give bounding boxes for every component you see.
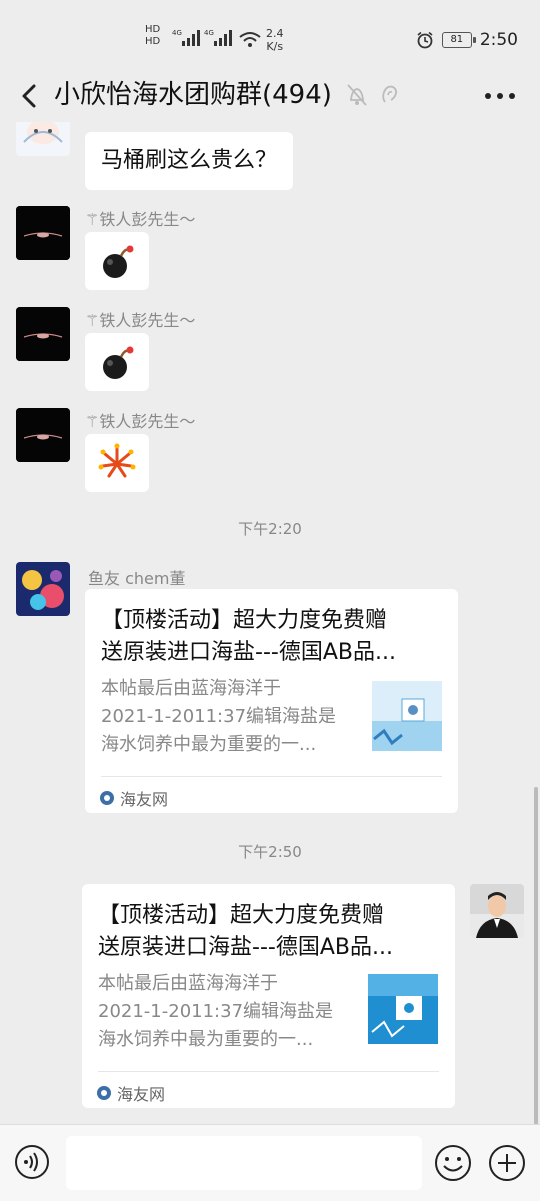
- message-input[interactable]: [66, 1136, 422, 1190]
- link-card[interactable]: 【顶楼活动】超大力度免费赠 送原装进口海盐---德国AB品... 本帖最后由蓝海…: [82, 884, 455, 1108]
- haiyou-logo-icon: [97, 1086, 111, 1100]
- card-description: 本帖最后由蓝海海洋于 2021-1-2011:37编辑海盐是 海水饲养中最为重要…: [101, 678, 337, 755]
- card-title: 【顶楼活动】超大力度免费赠 送原装进口海盐---德国AB品...: [101, 608, 396, 665]
- wifi-icon: [239, 32, 261, 47]
- card-title: 【顶楼活动】超大力度免费赠 送原装进口海盐---德国AB品...: [98, 903, 393, 960]
- card-source: 海友网: [97, 1081, 165, 1105]
- bomb-emoji-icon: [103, 346, 134, 379]
- card-thumbnail: [368, 974, 438, 1044]
- portrait-avatar-icon: [470, 884, 524, 938]
- decor-left-icon: ⚚: [85, 311, 100, 330]
- dark-avatar-icon: [16, 307, 70, 361]
- cell-signal-2-icon: 4G: [204, 29, 232, 46]
- sticker-bubble[interactable]: [85, 434, 149, 492]
- link-card[interactable]: 【顶楼活动】超大力度免费赠 送原装进口海盐---德国AB品... 本帖最后由蓝海…: [85, 589, 458, 813]
- cartoon-avatar-icon: [16, 122, 70, 156]
- network-speed: 2.4 K/s: [266, 27, 284, 53]
- card-source: 海友网: [100, 786, 168, 810]
- bomb-emoji-icon: [103, 245, 134, 278]
- message-text: 马桶刷这么贵么？: [101, 148, 278, 173]
- dark-avatar-icon: [16, 206, 70, 260]
- input-bar: [0, 1124, 540, 1201]
- member-avatar[interactable]: [16, 307, 70, 361]
- decor-right-icon: 〜: [179, 210, 196, 229]
- emoji-icon[interactable]: [434, 1144, 472, 1182]
- hd-top-label: HD: [145, 24, 161, 35]
- card-divider: [98, 1071, 439, 1072]
- svg-text:4G: 4G: [204, 29, 214, 37]
- member-avatar[interactable]: [16, 408, 70, 462]
- alarm-icon: [417, 31, 433, 49]
- sender-name: 鱼友 chem董: [88, 569, 186, 588]
- member-avatar[interactable]: [16, 562, 70, 616]
- sender-name: ⚚铁人彭先生〜: [85, 412, 196, 431]
- colorful-avatar-icon: [16, 562, 70, 616]
- member-avatar[interactable]: [16, 122, 70, 156]
- chat-header: 小欣怡海水团购群(494): [0, 70, 540, 122]
- sender-name: ⚚铁人彭先生〜: [85, 210, 196, 229]
- card-thumbnail: [372, 681, 442, 751]
- mute-bell-icon: [347, 84, 367, 106]
- svg-text:4G: 4G: [172, 29, 182, 37]
- cell-signal-1-icon: 4G: [172, 29, 200, 46]
- chat-status-icons: [346, 82, 400, 108]
- card-divider: [101, 776, 442, 777]
- decor-right-icon: 〜: [179, 412, 196, 431]
- status-right: 81 2:50: [416, 30, 518, 50]
- card-description: 本帖最后由蓝海海洋于 2021-1-2011:37编辑海盐是 海水饲养中最为重要…: [98, 973, 334, 1050]
- time-separator: 下午2:50: [238, 843, 302, 861]
- my-avatar[interactable]: [470, 884, 524, 938]
- back-arrow-icon[interactable]: [12, 78, 46, 114]
- earpiece-mode-icon: [382, 85, 398, 103]
- time-separator: 下午2:20: [238, 520, 302, 538]
- haiyou-logo-icon: [100, 791, 114, 805]
- decor-right-icon: 〜: [179, 311, 196, 330]
- sticker-bubble[interactable]: [85, 232, 149, 290]
- member-avatar[interactable]: [16, 206, 70, 260]
- decor-left-icon: ⚚: [85, 210, 100, 229]
- decor-left-icon: ⚚: [85, 412, 100, 431]
- chat-scrollbar[interactable]: [534, 787, 538, 1127]
- chat-title: 小欣怡海水团购群(494): [54, 80, 332, 110]
- dark-avatar-icon: [16, 408, 70, 462]
- sticker-bubble[interactable]: [85, 333, 149, 391]
- message-bubble[interactable]: 马桶刷这么贵么？: [85, 132, 294, 190]
- hd-indicator: HD HD: [145, 24, 160, 48]
- status-bar: HD HD 4G 4G 2.4 K/s 81 2:50: [0, 0, 540, 70]
- fireworks-emoji-icon: [98, 443, 136, 478]
- battery-icon: 81: [441, 32, 476, 48]
- more-options-icon[interactable]: [480, 82, 520, 110]
- add-more-icon[interactable]: [488, 1144, 526, 1182]
- sender-name: ⚚铁人彭先生〜: [85, 311, 196, 330]
- clock: 2:50: [479, 30, 518, 50]
- hd-bottom-label: HD: [145, 36, 161, 47]
- message-list[interactable]: 马桶刷这么贵么？ ⚚铁人彭先生〜 ⚚铁人彭先生〜 ⚚铁人彭先生〜 下午2:20 …: [0, 122, 540, 1124]
- voice-input-icon[interactable]: [14, 1144, 50, 1180]
